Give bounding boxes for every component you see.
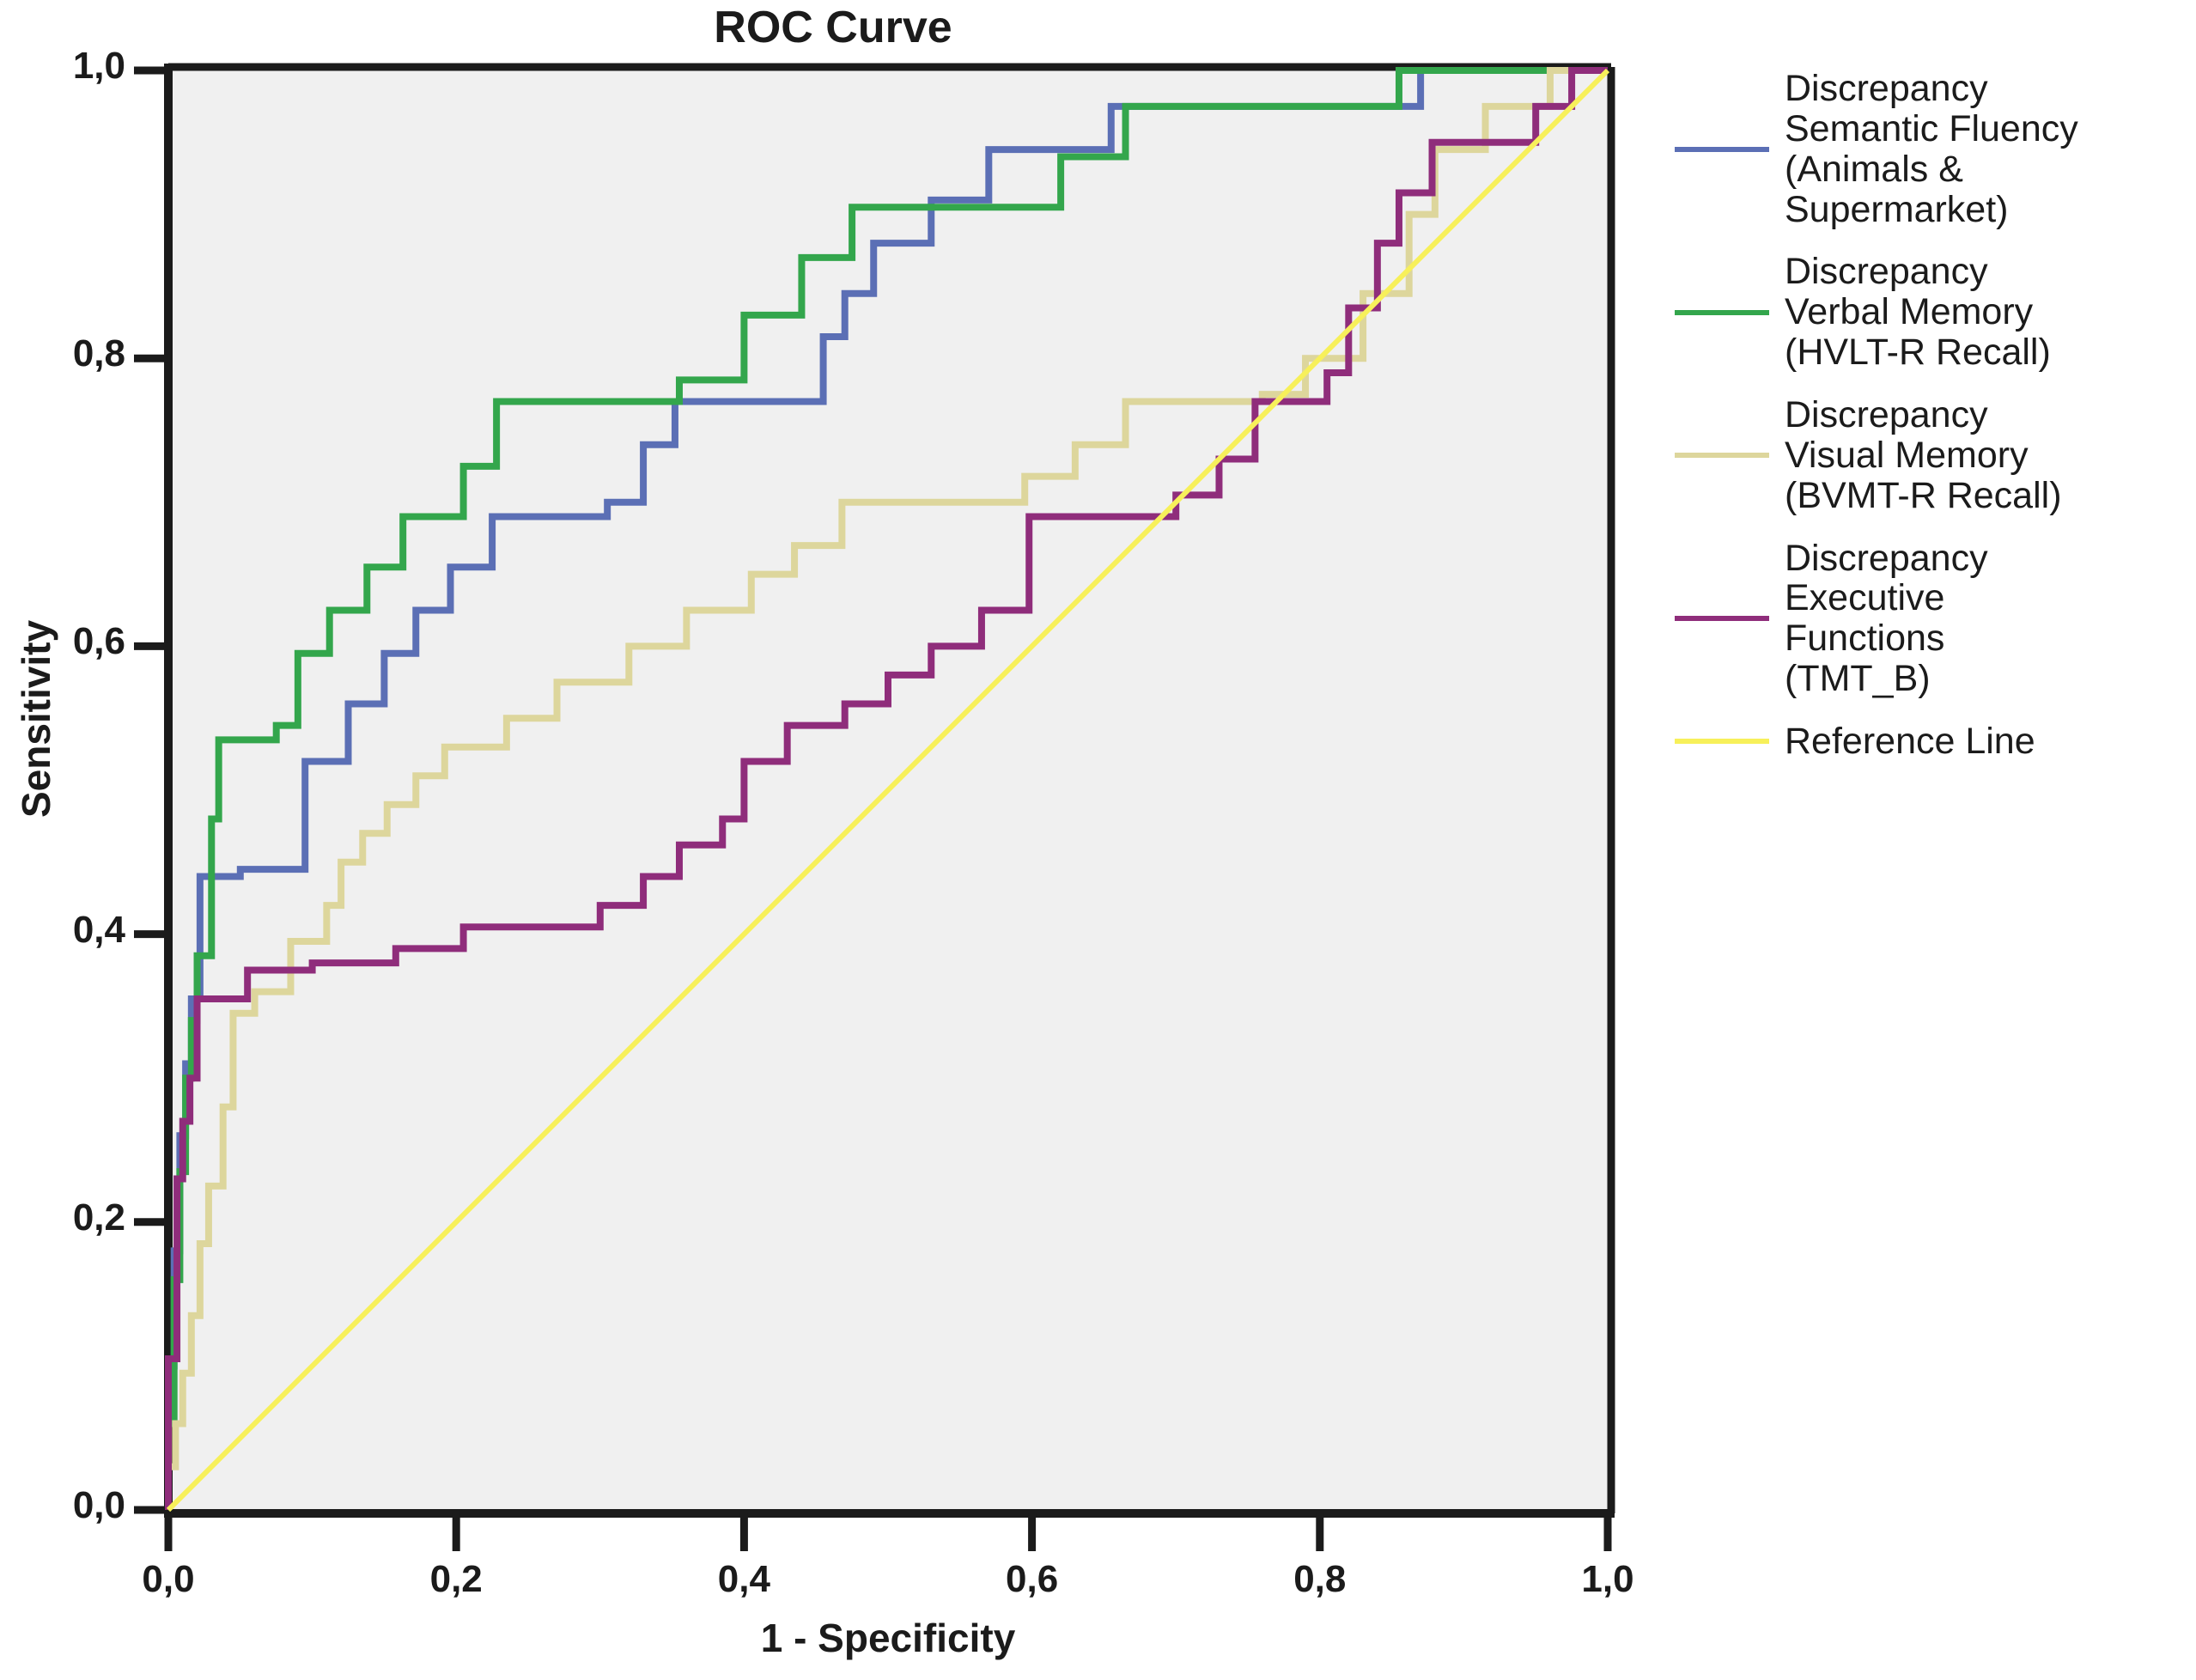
legend-item-2: Discrepancy Visual Memory (BVMT-R Recall…	[1675, 395, 2190, 516]
x-tick-label-4: 0,8	[1293, 1558, 1347, 1600]
y-tick-label-2: 0,4	[72, 908, 125, 951]
x-tick-label-2: 0,4	[717, 1558, 770, 1600]
legend-swatch-1	[1675, 309, 1769, 315]
y-tick-label-0: 0,0	[72, 1484, 125, 1526]
legend-swatch-2	[1675, 453, 1769, 459]
y-tick-label-3: 0,6	[72, 620, 125, 663]
legend-swatch-3	[1675, 616, 1769, 622]
roc-curve-figure: ROC Curve Sensitivity 1 - Specificity 0,…	[0, 0, 2196, 1680]
y-tick-label-4: 0,8	[72, 332, 125, 375]
x-tick-label-1: 0,2	[429, 1558, 483, 1600]
x-tick-label-5: 1,0	[1581, 1558, 1634, 1600]
legend-label-4: Reference Line	[1785, 721, 2035, 763]
legend-color-line-icon	[1675, 616, 1769, 622]
legend-label-1: Discrepancy Verbal Memory (HVLT-R Recall…	[1785, 251, 2051, 374]
legend-label-3: Discrepancy Executive Functions (TMT_B)	[1785, 537, 1988, 700]
legend-color-line-icon	[1675, 453, 1769, 459]
legend-label-2: Discrepancy Visual Memory (BVMT-R Recall…	[1785, 394, 2062, 516]
legend-item-1: Discrepancy Verbal Memory (HVLT-R Recall…	[1675, 252, 2190, 373]
x-tick-label-0: 0,0	[142, 1558, 195, 1600]
y-tick-label-5: 1,0	[72, 45, 125, 87]
legend-item-3: Discrepancy Executive Functions (TMT_B)	[1675, 537, 2190, 700]
legend-swatch-0	[1675, 146, 1769, 152]
legend-item-0: Discrepancy Semantic Fluency (Animals & …	[1675, 69, 2190, 229]
legend-color-line-icon	[1675, 739, 1769, 745]
legend-swatch-4	[1675, 739, 1769, 745]
legend-color-line-icon	[1675, 309, 1769, 315]
legend-item-4: Reference Line	[1675, 721, 2190, 762]
x-tick-label-3: 0,6	[1006, 1558, 1059, 1600]
legend-label-0: Discrepancy Semantic Fluency (Animals & …	[1785, 68, 2078, 230]
legend-color-line-icon	[1675, 146, 1769, 152]
y-tick-label-1: 0,2	[72, 1196, 125, 1239]
chart-legend: Discrepancy Semantic Fluency (Animals & …	[1675, 69, 2190, 784]
